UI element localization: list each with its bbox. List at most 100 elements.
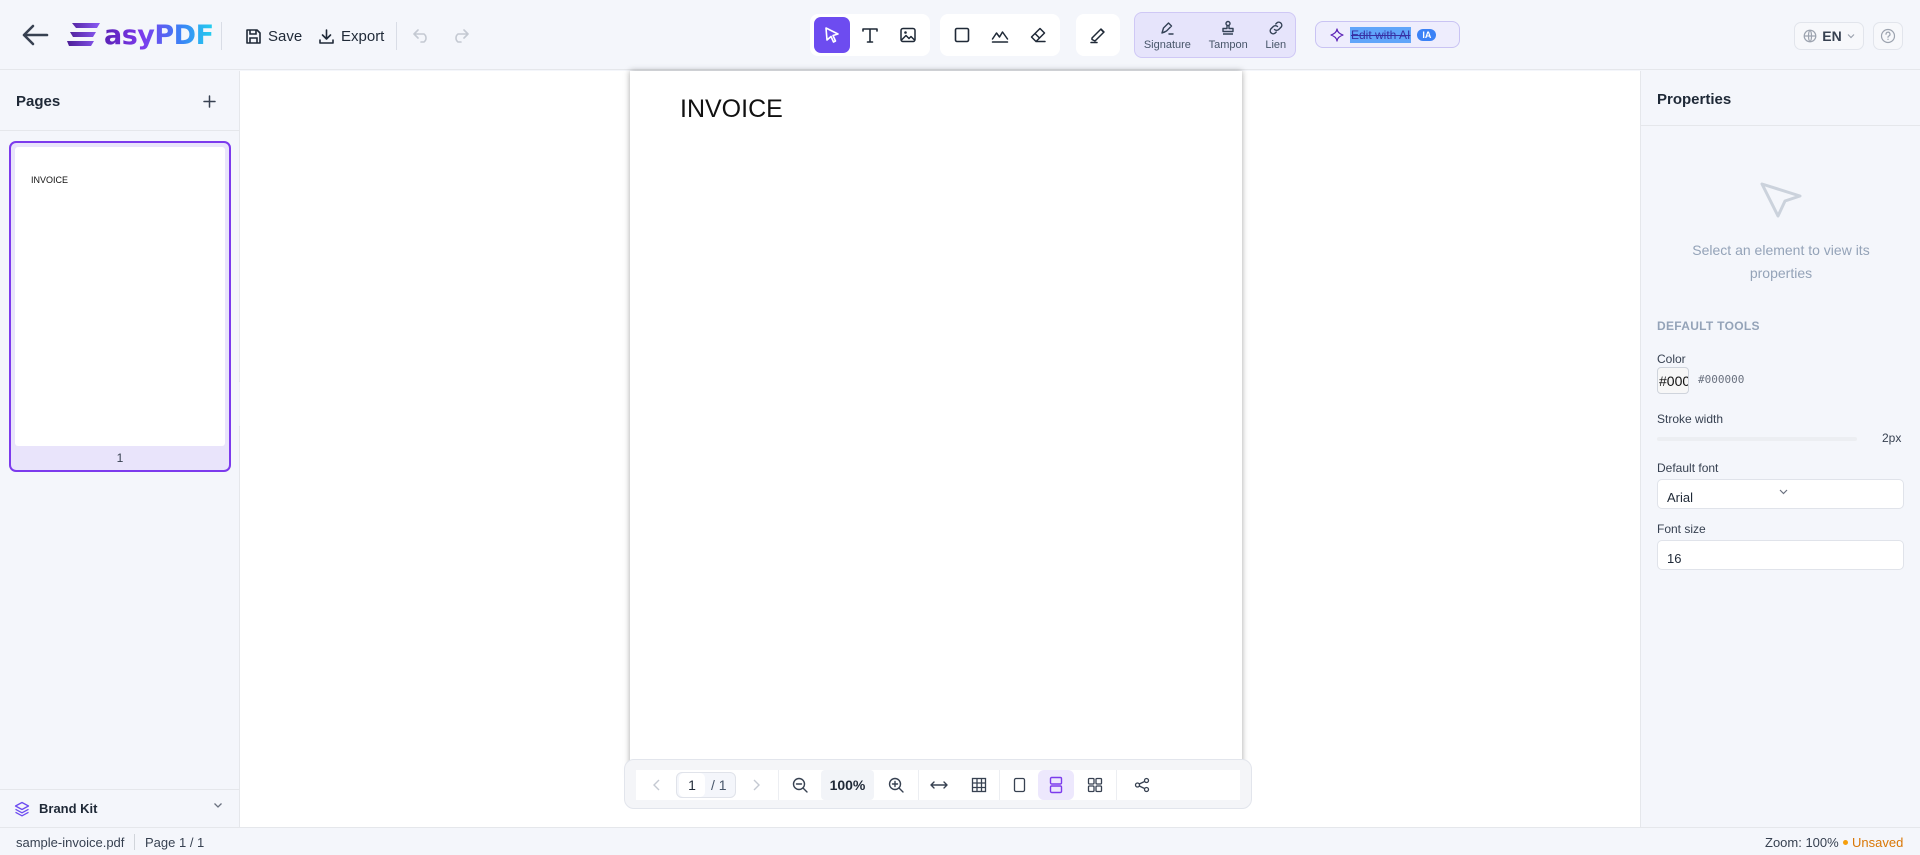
- single-page-view-button[interactable]: [1000, 770, 1038, 800]
- signature-tool[interactable]: Signature: [1144, 20, 1191, 51]
- stamp-tool[interactable]: Tampon: [1209, 20, 1248, 51]
- help-button[interactable]: [1873, 22, 1903, 50]
- file-name: sample-invoice.pdf: [16, 835, 125, 850]
- eraser-tool[interactable]: [1020, 17, 1056, 53]
- page-navigation-bar: 1 / 1 100%: [624, 759, 1252, 809]
- stroke-width-label: Stroke width: [1657, 412, 1724, 426]
- redo-button[interactable]: [446, 22, 474, 50]
- unsaved-dot: [1843, 840, 1848, 845]
- share-button[interactable]: [1117, 770, 1167, 800]
- draw-tools-group: [940, 14, 1060, 56]
- color-picker[interactable]: #000000: [1657, 367, 1689, 394]
- page-heading-text[interactable]: INVOICE: [680, 95, 783, 124]
- draw-tool[interactable]: [982, 17, 1018, 53]
- grid-view-button[interactable]: [1074, 770, 1116, 800]
- globe-icon: [1803, 29, 1817, 43]
- link-label: Lien: [1265, 38, 1287, 51]
- edit-with-ai-button[interactable]: Edit with AI IA: [1315, 21, 1460, 48]
- grid-icon: [972, 777, 987, 793]
- text-icon: [862, 28, 878, 43]
- highlighter-icon: [1090, 28, 1105, 44]
- current-page-value: 1: [679, 773, 705, 797]
- download-icon: [319, 28, 334, 44]
- share-icon: [1135, 777, 1150, 793]
- properties-header: Properties: [1641, 71, 1920, 126]
- color-label: Color: [1657, 352, 1686, 366]
- signature-icon: [1161, 21, 1175, 35]
- properties-title: Properties: [1657, 91, 1732, 108]
- document-canvas[interactable]: INVOICE 1 / 1 100%: [240, 71, 1640, 827]
- font-select-value: Arial: [1667, 490, 1694, 505]
- single-page-icon: [1013, 777, 1026, 793]
- stroke-width-slider[interactable]: [1657, 437, 1857, 441]
- save-state-label: Unsaved: [1852, 835, 1904, 850]
- help-icon: [1880, 28, 1896, 44]
- signature-label: Signature: [1143, 38, 1191, 51]
- add-page-button[interactable]: [198, 90, 220, 112]
- freehand-icon: [991, 31, 1009, 43]
- pdf-page[interactable]: INVOICE: [630, 71, 1242, 777]
- zoom-level[interactable]: 100%: [820, 770, 875, 800]
- arrow-left-icon: [22, 24, 49, 46]
- fit-width-button[interactable]: [919, 770, 959, 800]
- text-tool[interactable]: [852, 17, 888, 53]
- stamp-tools-group: Signature Tampon Lien: [1134, 12, 1296, 58]
- language-label: EN: [1822, 28, 1842, 44]
- save-icon: [246, 28, 261, 44]
- sparkle-icon: [1330, 27, 1344, 42]
- undo-button[interactable]: [408, 22, 436, 50]
- continuous-scroll-icon: [1050, 776, 1063, 794]
- page-thumbnail[interactable]: INVOICE 1: [9, 141, 231, 472]
- default-font-select[interactable]: Arial: [1657, 479, 1904, 509]
- continuous-view-button[interactable]: [1038, 770, 1075, 800]
- ai-button-label: Edit with AI: [1350, 26, 1412, 43]
- image-icon: [900, 27, 916, 43]
- save-button[interactable]: Save: [245, 22, 302, 50]
- stamp-icon: [1222, 20, 1234, 35]
- app-logo: asyPDF: [66, 16, 214, 54]
- insert-tools-group: [810, 14, 930, 56]
- thumbnail-text: INVOICE: [31, 175, 69, 185]
- link-tool[interactable]: Lien: [1265, 20, 1286, 51]
- thumbnail-number: 1: [116, 451, 124, 465]
- rectangle-tool[interactable]: [944, 17, 980, 53]
- square-icon: [954, 27, 970, 43]
- language-selector[interactable]: EN: [1794, 22, 1864, 50]
- grid-view-icon: [1088, 777, 1103, 793]
- page-info: Page 1 / 1: [145, 835, 205, 850]
- font-size-input[interactable]: 16: [1657, 540, 1904, 570]
- sidebar-title: Pages: [16, 93, 61, 110]
- logo-text: asyPDF: [104, 19, 214, 51]
- link-icon: [1269, 21, 1283, 34]
- brand-kit-toggle[interactable]: Brand Kit: [0, 789, 239, 827]
- pages-sidebar: Pages INVOICE 1 Brand Kit: [0, 71, 240, 827]
- highlighter-tool[interactable]: [1080, 17, 1116, 53]
- eraser-icon: [1030, 27, 1046, 43]
- toolbar-divider: [396, 22, 397, 50]
- cursor-icon: [825, 27, 839, 43]
- previous-page-button[interactable]: [636, 770, 676, 800]
- export-button[interactable]: Export: [318, 22, 384, 50]
- empty-selection-message: Select an element to view its properties: [1692, 242, 1870, 281]
- brand-kit-label: Brand Kit: [39, 801, 98, 816]
- save-label: Save: [268, 27, 303, 45]
- highlight-tools-group: [1076, 14, 1120, 56]
- logo-e-icon: [67, 23, 100, 46]
- default-font-label: Default font: [1657, 461, 1719, 475]
- next-page-button[interactable]: [736, 770, 778, 800]
- status-bar: sample-invoice.pdf Page 1 / 1 Zoom: 100%…: [0, 827, 1920, 855]
- fit-width-icon: [930, 781, 949, 789]
- zoom-in-icon: [889, 777, 905, 793]
- chevron-down-icon: [1847, 34, 1855, 39]
- zoom-in-button[interactable]: [874, 770, 918, 800]
- back-button[interactable]: [18, 18, 52, 52]
- grid-overlay-button[interactable]: [959, 770, 999, 800]
- page-number-input[interactable]: 1 / 1: [676, 772, 736, 798]
- font-size-label: Font size: [1657, 522, 1706, 536]
- sidebar-header: Pages: [0, 71, 239, 131]
- zoom-out-button[interactable]: [779, 770, 821, 800]
- color-hex-value: #000000: [1698, 373, 1745, 386]
- stamp-label: Tampon: [1208, 38, 1248, 51]
- image-tool[interactable]: [890, 17, 926, 53]
- select-tool[interactable]: [814, 17, 850, 53]
